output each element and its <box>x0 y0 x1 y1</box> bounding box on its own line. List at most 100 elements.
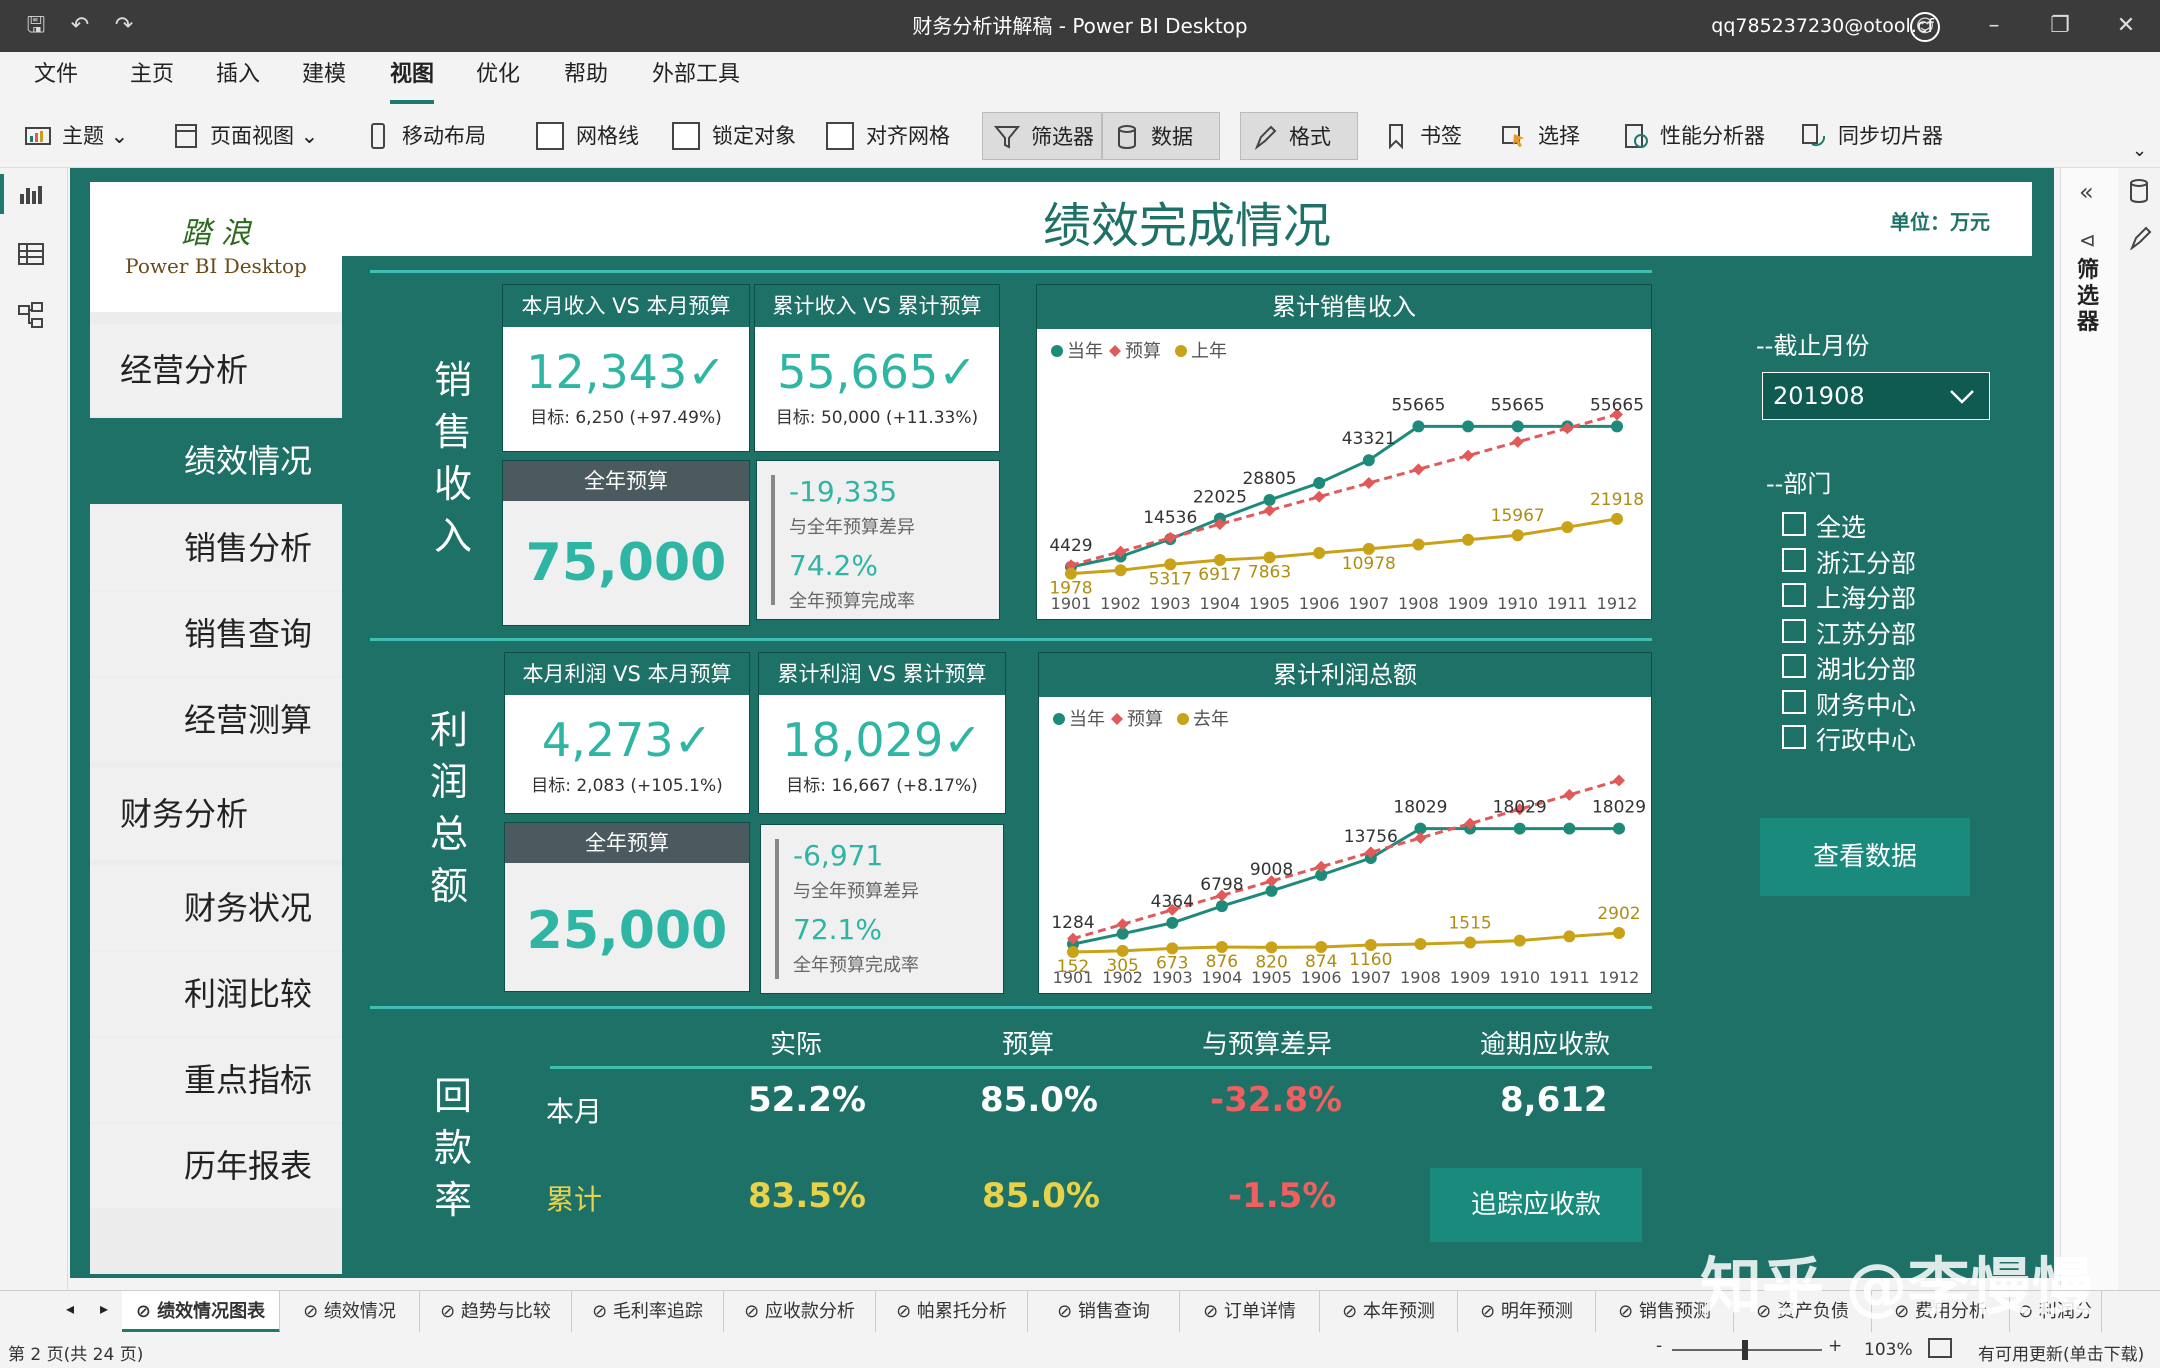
ribbon-collapse-icon[interactable]: ⌄ <box>2132 140 2147 161</box>
menu-view[interactable]: 视图 <box>390 52 435 104</box>
kpi-ytd-revenue: 累计收入 VS 累计预算 55,665✓ 目标: 50,000 (+11.33%… <box>754 284 1000 452</box>
data-label: 673 <box>1156 953 1188 973</box>
zoom-out-button[interactable]: - <box>1656 1336 1662 1356</box>
diff-value: -19,335 <box>789 475 898 508</box>
menu-file[interactable]: 文件 <box>34 52 78 104</box>
dept-checkbox[interactable] <box>1782 547 1806 572</box>
kpi-value: 55,665✓ <box>777 345 977 399</box>
page-tab[interactable]: ⊘ 绩效情况图表 <box>122 1291 280 1333</box>
menu-help[interactable]: 帮助 <box>564 52 608 104</box>
nav-business-analysis[interactable]: 经营分析 <box>90 324 342 416</box>
brush-icon[interactable] <box>2128 224 2152 250</box>
nav-sales-query[interactable]: 销售查询 <box>90 592 342 676</box>
dept-checkbox[interactable] <box>1782 654 1806 678</box>
track-receivables-button[interactable]: 追踪应收款 <box>1430 1168 1642 1242</box>
page-tab[interactable]: ⊘ 明年预测 <box>1458 1291 1596 1333</box>
report-view-icon[interactable] <box>18 182 44 206</box>
menu-optimize[interactable]: 优化 <box>476 52 520 104</box>
sales-section-title: 销售收入 <box>428 354 478 562</box>
close-icon[interactable]: ✕ <box>2112 12 2140 40</box>
page-tab[interactable]: ⊘ 应收款分析 <box>724 1291 876 1333</box>
fit-page-icon[interactable] <box>1928 1338 1952 1358</box>
data-pane-button[interactable]: 数据 <box>1102 112 1220 160</box>
page-tab[interactable]: ⊘ 本年预测 <box>1320 1291 1458 1333</box>
chart-title: 累计销售收入 <box>1037 285 1651 329</box>
dept-checkbox[interactable] <box>1782 618 1806 643</box>
data-point <box>1414 938 1427 951</box>
format-pane-button[interactable]: 格式 <box>1240 112 1358 160</box>
bookmark-button[interactable]: 书签 <box>1372 112 1472 160</box>
page-tab[interactable]: ⊘ 绩效情况 <box>280 1291 420 1333</box>
lock-objects-checkbox[interactable]: 锁定对象 <box>664 112 804 160</box>
kpi-header: 本月利润 VS 本月预算 <box>505 653 749 695</box>
nav-profit-compare[interactable]: 利润比较 <box>90 952 342 1036</box>
view-data-button[interactable]: 查看数据 <box>1760 818 1970 896</box>
page-tab[interactable]: ⊘ 销售查询 <box>1028 1291 1180 1333</box>
month-dropdown[interactable]: 201908 <box>1762 372 1990 420</box>
data-label: 820 <box>1255 952 1287 972</box>
data-point <box>1166 916 1179 929</box>
nav-business-forecast[interactable]: 经营测算 <box>90 678 342 762</box>
performance-analyzer-button[interactable]: 性能分析器 <box>1612 112 1772 160</box>
next-page-icon[interactable]: ▸ <box>100 1299 108 1318</box>
user-account[interactable]: qq785237230@otool.cf <box>1711 0 1934 52</box>
filter-pane-button[interactable]: 筛选器 <box>982 112 1102 160</box>
menu-modeling[interactable]: 建模 <box>302 52 346 104</box>
mobile-layout-button[interactable]: 移动布局 <box>354 112 504 160</box>
avatar-icon[interactable]: ☺ <box>1910 12 1940 42</box>
data-point <box>1114 564 1127 577</box>
gridlines-checkbox[interactable]: 网格线 <box>528 112 648 160</box>
nav-annual-reports[interactable]: 历年报表 <box>90 1124 342 1208</box>
nav-financial-status[interactable]: 财务状况 <box>90 866 342 950</box>
table-view-icon[interactable] <box>18 242 44 266</box>
budget-header: 全年预算 <box>505 823 749 863</box>
data-label: 18029 <box>1493 798 1547 818</box>
legend-label: 预算 <box>1125 341 1161 362</box>
nav-performance[interactable]: 绩效情况 <box>90 418 342 504</box>
prev-page-icon[interactable]: ◂ <box>66 1299 74 1318</box>
active-indicator <box>0 174 4 214</box>
zoom-in-button[interactable]: + <box>1828 1336 1842 1356</box>
menu-insert[interactable]: 插入 <box>216 52 260 104</box>
filters-pane-collapsed[interactable]: « ⊲ 筛选器 <box>2060 168 2118 1293</box>
nav-sales-analysis[interactable]: 销售分析 <box>90 506 342 590</box>
selection-button[interactable]: 选择 <box>1490 112 1598 160</box>
page-tab[interactable]: ⊘ 订单详情 <box>1180 1291 1320 1333</box>
x-tick-label: 1910 <box>1497 594 1538 613</box>
model-view-icon[interactable] <box>18 302 44 330</box>
sync-slicers-button[interactable]: 同步切片器 <box>1790 112 1950 160</box>
theme-button[interactable]: 主题 ⌄ <box>14 112 144 160</box>
snap-grid-checkbox[interactable]: 对齐网格 <box>818 112 968 160</box>
update-notice[interactable]: 有可用更新(单击下载) <box>1978 1340 2144 1365</box>
status-bar: 第 2 页(共 24 页) - + 103% 有可用更新(单击下载) <box>0 1332 2160 1368</box>
menu-external-tools[interactable]: 外部工具 <box>652 52 740 104</box>
data-label: 2902 <box>1597 904 1640 924</box>
database-icon[interactable] <box>2128 178 2150 204</box>
data-point <box>1513 822 1526 835</box>
col-variance: 与预算差异 <box>1202 1030 1333 1060</box>
dept-checkbox[interactable] <box>1782 689 1806 714</box>
page-tab[interactable]: ⊘ 趋势与比较 <box>420 1291 572 1333</box>
page-view-button[interactable]: 页面视图 ⌄ <box>162 112 332 160</box>
page-tab[interactable]: ⊘ 帕累托分析 <box>876 1291 1028 1333</box>
rate-value: 74.2% <box>789 549 878 582</box>
menu-home[interactable]: 主页 <box>130 52 174 104</box>
rate-value: 72.1% <box>793 913 882 946</box>
expand-icon[interactable]: « <box>2079 178 2094 206</box>
data-label: 6798 <box>1200 875 1243 895</box>
legend-label: 当年 <box>1069 709 1105 730</box>
dept-checkbox[interactable] <box>1782 512 1806 536</box>
performance-analyzer-label: 性能分析器 <box>1660 124 1765 148</box>
dept-checkbox[interactable] <box>1782 583 1806 607</box>
page-tab[interactable]: ⊘ 毛利率追踪 <box>572 1291 724 1333</box>
restore-icon[interactable]: ❐ <box>2046 12 2074 40</box>
zoom-handle[interactable] <box>1742 1340 1748 1360</box>
minimize-icon[interactable]: – <box>1980 12 2008 40</box>
nav-finance-analysis[interactable]: 财务分析 <box>90 768 342 860</box>
x-tick-label: 1904 <box>1200 594 1241 613</box>
bookmark-label: 书签 <box>1420 124 1462 148</box>
nav-key-indicators[interactable]: 重点指标 <box>90 1038 342 1122</box>
dept-checkbox[interactable] <box>1782 725 1806 749</box>
annual-budget-sales: 全年预算 75,000 <box>502 460 750 626</box>
dept-label: 江苏分部 <box>1816 619 1917 649</box>
